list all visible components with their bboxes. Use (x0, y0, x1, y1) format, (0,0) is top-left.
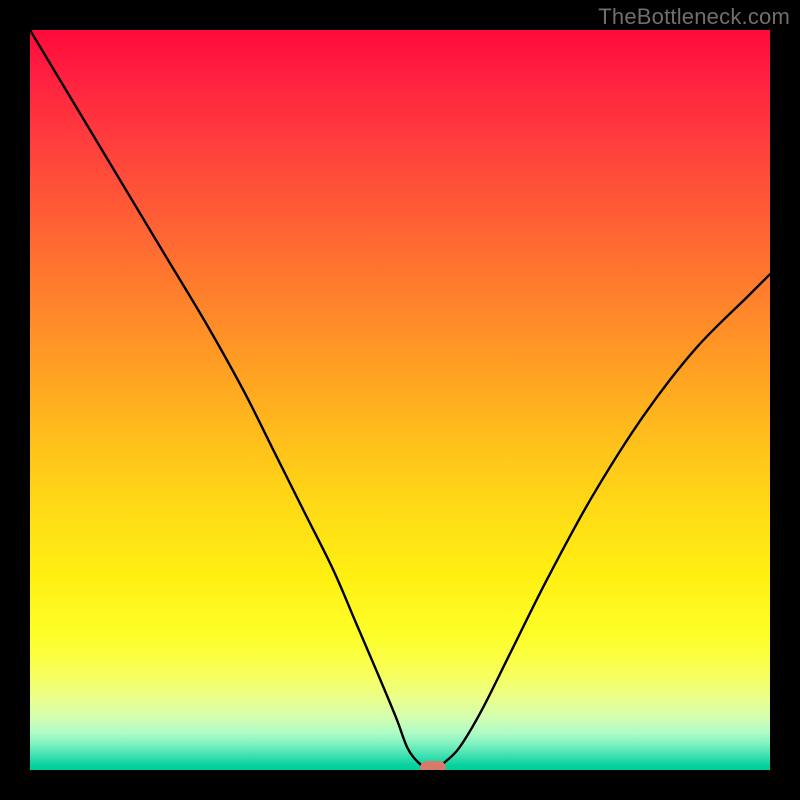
curve-layer (30, 30, 770, 770)
attribution-label: TheBottleneck.com (598, 4, 790, 30)
bottleneck-curve (30, 30, 770, 770)
chart-frame: TheBottleneck.com (0, 0, 800, 800)
optimal-marker (420, 761, 446, 770)
plot-area (30, 30, 770, 770)
